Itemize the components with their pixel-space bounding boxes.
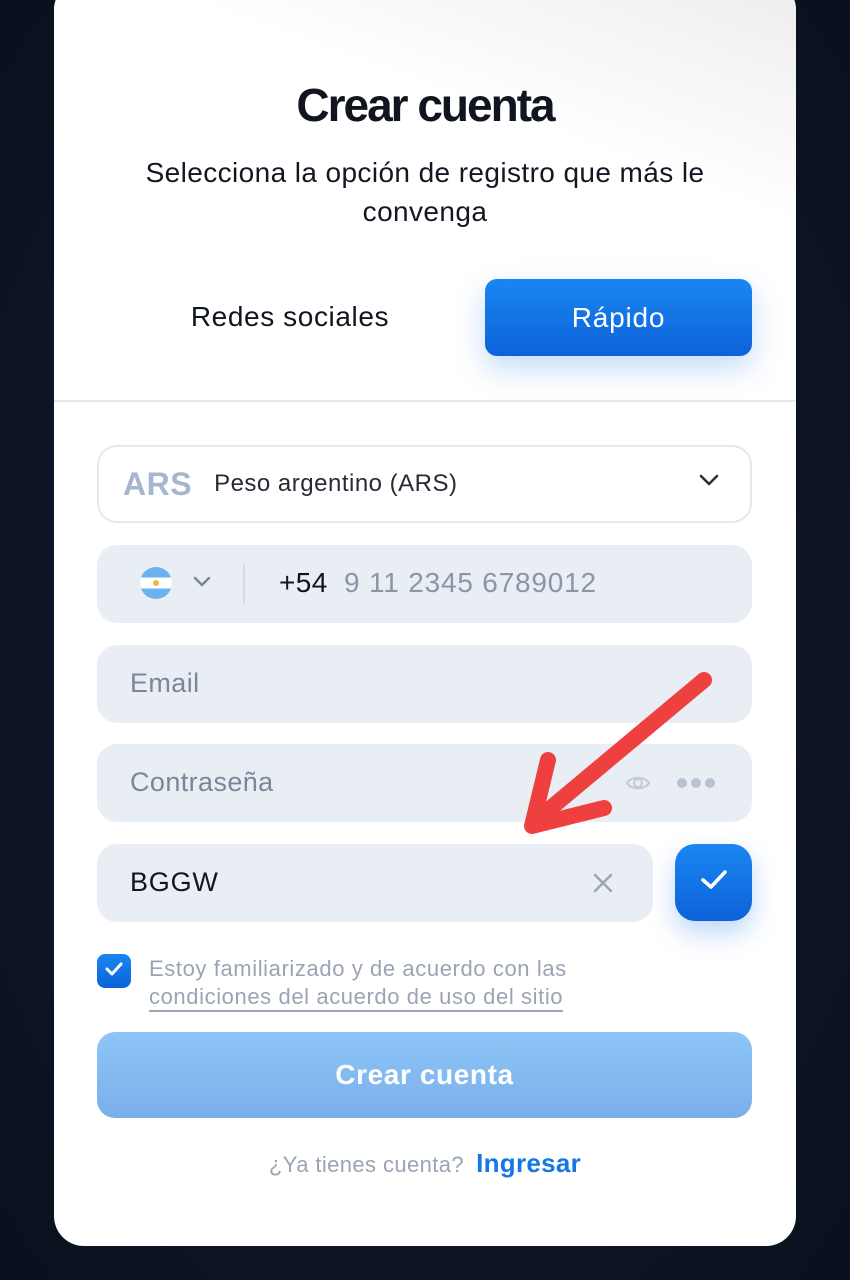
tab-quick[interactable]: Rápido [485,279,752,356]
login-question: ¿Ya tienes cuenta? [268,1152,465,1177]
phone-field[interactable]: +54 9 11 2345 6789012 [97,545,752,623]
login-prompt: ¿Ya tienes cuenta? Ingresar [54,1148,796,1179]
signup-modal: Crear cuenta Selecciona la opción de reg… [54,0,796,1246]
currency-select[interactable]: ARS Peso argentino (ARS) [97,445,752,523]
checkmark-icon [104,961,124,982]
currency-code: ARS [123,465,193,502]
login-link[interactable]: Ingresar [476,1148,581,1179]
tab-social-networks[interactable]: Redes sociales [150,278,430,356]
captcha-field[interactable]: BGGW [97,844,653,922]
phone-input[interactable]: 9 11 2345 6789012 [344,567,597,599]
chevron-down-icon [698,473,720,492]
terms-line-1: Estoy familiarizado y de acuerdo con las [149,956,567,981]
terms-checkbox[interactable] [97,954,131,988]
checkmark-icon [699,868,729,897]
terms-text: Estoy familiarizado y de acuerdo con las… [149,955,669,1012]
create-account-button[interactable]: Crear cuenta [97,1032,752,1118]
divider [54,400,796,402]
captcha-confirm-button[interactable] [675,844,752,921]
page-title: Crear cuenta [296,79,555,131]
divider [243,565,245,603]
eye-icon[interactable] [625,770,651,801]
captcha-value: BGGW [130,867,219,897]
password-field[interactable]: Contraseña [97,744,752,822]
password-placeholder: Contraseña [130,767,274,797]
terms-link[interactable]: condiciones del acuerdo de uso del sitio [149,984,564,1012]
email-field[interactable]: Email [97,645,752,723]
phone-prefix: +54 [279,567,328,598]
page-subtitle: Selecciona la opción de registro que más… [145,157,705,227]
argentina-flag-icon[interactable] [140,567,172,599]
currency-name: Peso argentino (ARS) [214,470,458,497]
more-dots-icon[interactable] [677,778,715,788]
chevron-down-icon[interactable] [192,575,212,593]
email-placeholder: Email [130,668,200,698]
close-icon[interactable] [593,873,613,898]
